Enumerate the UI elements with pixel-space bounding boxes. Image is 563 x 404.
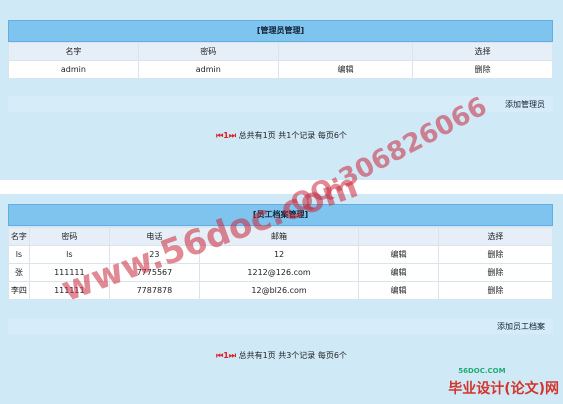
- cell-name: admin: [8, 60, 139, 79]
- edit-link[interactable]: 编辑: [358, 281, 439, 300]
- pager-nav[interactable]: ⏮1⏭: [216, 351, 236, 360]
- col-empty: [358, 227, 439, 246]
- delete-link[interactable]: 删除: [437, 263, 554, 282]
- col-password: 密码: [137, 42, 279, 61]
- cell-name: ls: [8, 245, 30, 264]
- site-logo: 56DOC.COM 毕业设计(论文)网: [448, 367, 559, 398]
- delete-link[interactable]: 删除: [437, 245, 554, 264]
- col-select: 选择: [437, 227, 554, 246]
- edit-link[interactable]: 编辑: [358, 245, 439, 264]
- add-admin-link[interactable]: 添加管理员: [505, 99, 545, 110]
- col-name: 名字: [8, 42, 139, 61]
- employee-action-bar: 添加员工档案: [8, 318, 553, 334]
- cell-name: 张: [8, 263, 30, 282]
- cell-email: 12@bl26.com: [198, 281, 360, 300]
- admin-pager: ⏮1⏭ 总共有1页 共1个记录 每页6个: [0, 130, 563, 141]
- edit-link[interactable]: 编辑: [277, 60, 414, 79]
- col-empty: [277, 42, 414, 61]
- col-password: 密码: [28, 227, 110, 246]
- table-row: admin admin 编辑 删除: [8, 60, 553, 79]
- pager-nav[interactable]: ⏮1⏭: [216, 131, 236, 140]
- site-logo-domain: 56DOC.COM: [458, 367, 506, 375]
- col-select: 选择: [412, 42, 553, 61]
- employee-pager: ⏮1⏭ 总共有1页 共3个记录 每页6个: [0, 350, 563, 361]
- cell-password: admin: [137, 60, 279, 79]
- admin-panel-title: [管理员管理]: [8, 20, 553, 42]
- cell-email: 1212@126.com: [198, 263, 360, 282]
- col-name: 名字: [8, 227, 30, 246]
- add-employee-link[interactable]: 添加员工档案: [497, 321, 545, 332]
- pager-text: 总共有1页 共1个记录 每页6个: [238, 131, 347, 140]
- admin-table: 名字 密码 选择 admin admin 编辑 删除: [8, 42, 553, 79]
- edit-link[interactable]: 编辑: [358, 263, 439, 282]
- pager-text: 总共有1页 共3个记录 每页6个: [238, 351, 347, 360]
- delete-link[interactable]: 删除: [437, 281, 554, 300]
- cell-name: 李四: [8, 281, 30, 300]
- delete-link[interactable]: 删除: [412, 60, 553, 79]
- site-logo-text: 毕业设计(论文)网: [448, 381, 559, 397]
- admin-table-header: 名字 密码 选择: [8, 42, 553, 61]
